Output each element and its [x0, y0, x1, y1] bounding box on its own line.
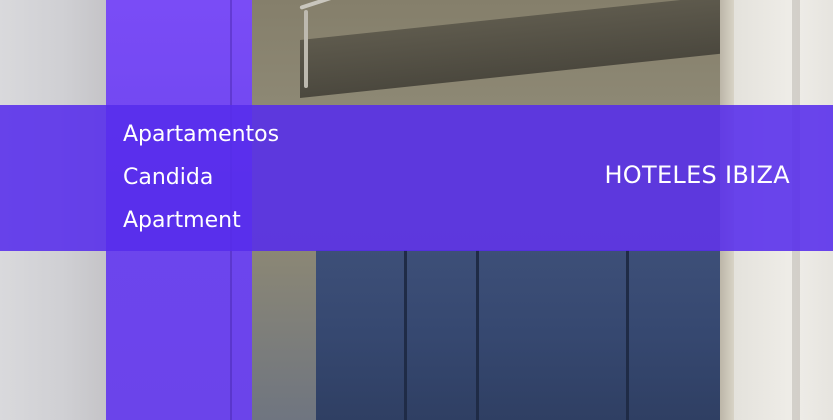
property-title-line-1: Apartamentos — [123, 122, 280, 147]
hero-image: Apartamentos Candida Apartment HOTELES I… — [0, 0, 833, 420]
photo-rail-post — [304, 10, 308, 88]
property-title-line-3: Apartment — [123, 208, 241, 233]
photo-door-split — [476, 250, 479, 420]
photo-door-split — [404, 250, 407, 420]
photo-door-split — [626, 250, 629, 420]
property-title-line-2: Candida — [123, 165, 214, 190]
category-label[interactable]: HOTELES IBIZA — [604, 157, 790, 193]
photo-wardrobe — [316, 250, 726, 420]
property-title[interactable]: Apartamentos Candida Apartment — [123, 113, 313, 242]
